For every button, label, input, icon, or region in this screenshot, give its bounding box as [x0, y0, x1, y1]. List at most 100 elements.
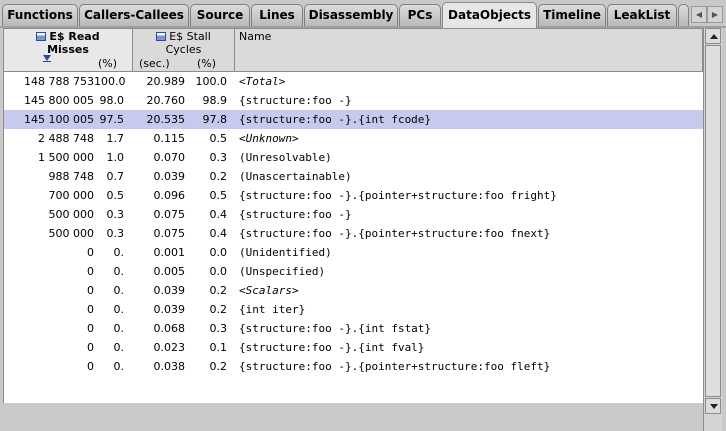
misses-pct-value: 0. [113, 322, 125, 335]
table-body: 148 788 753 100.0 20.989 100.0 <Total> 145 80… [3, 72, 703, 403]
stall-pct-value: 0.0 [209, 265, 228, 278]
misses-value: 500 000 [48, 208, 95, 221]
column-header-misses[interactable]: E$ Read Misses (%) [4, 29, 133, 71]
table-row[interactable]: 1 500 000 1.0 0.070 0.3 (Unresolvable) [4, 148, 703, 167]
stall-pct-value: 0.5 [209, 132, 228, 145]
misses-value: 988 748 [48, 170, 95, 183]
table-row[interactable]: 700 000 0.5 0.096 0.5 {structure:foo -}.{poi… [4, 186, 703, 205]
stall-pct-value: 0.2 [209, 170, 228, 183]
table-row[interactable]: 0 0. 0.038 0.2 {structure:foo -}.{pointer+st… [4, 357, 703, 376]
stall-pct-value: 0.0 [209, 246, 228, 259]
scroll-up-button[interactable] [705, 28, 721, 44]
scrollbar-thumb[interactable] [705, 45, 721, 397]
misses-pct-value: 0. [113, 341, 125, 354]
misses-pct-value: 97.5 [99, 113, 125, 126]
object-name: {int iter} [239, 303, 306, 316]
arrow-down-icon [710, 404, 718, 409]
table-row[interactable]: 500 000 0.3 0.075 0.4 {structure:foo -} [4, 205, 703, 224]
table-row[interactable]: 148 788 753 100.0 20.989 100.0 <Total> [4, 72, 703, 91]
misses-pct-value: 0. [113, 246, 125, 259]
tab-lines[interactable]: Lines [251, 4, 303, 26]
table-row[interactable]: 0 0. 0.023 0.1 {structure:foo -}.{int fval} [4, 338, 703, 357]
stall-sec-unit: (sec.) [139, 57, 170, 70]
data-objects-panel: E$ Read Misses (%) E$ Stall Cycles (sec.… [3, 28, 722, 431]
misses-value: 0 [87, 303, 94, 316]
object-name: <Scalars> [239, 284, 299, 297]
stall-value: 20.535 [146, 113, 186, 126]
object-name: {structure:foo -}.{pointer+structure:foo… [239, 360, 551, 373]
stall-value: 0.039 [153, 303, 186, 316]
stall-value: 0.039 [153, 284, 186, 297]
misses-value: 1 500 000 [38, 151, 94, 164]
misses-pct-value: 0.3 [106, 208, 125, 221]
table-row[interactable]: 988 748 0.7 0.039 0.2 (Unascertainable) [4, 167, 703, 186]
misses-pct-value: 1.0 [106, 151, 125, 164]
object-name: (Unascertainable) [239, 170, 352, 183]
misses-value: 2 488 748 [38, 132, 94, 145]
metric-icon [36, 32, 47, 41]
table-row[interactable]: 0 0. 0.068 0.3 {structure:foo -}.{int fstat} [4, 319, 703, 338]
table-row[interactable]: 145 100 005 97.5 20.535 97.8 {structure:foo … [4, 110, 703, 129]
misses-header-line2: Misses [47, 43, 89, 56]
tab-source[interactable]: Source [190, 4, 250, 26]
misses-pct-value: 0. [113, 284, 125, 297]
stall-value: 0.075 [153, 208, 186, 221]
stall-pct-value: 0.3 [209, 322, 228, 335]
misses-value: 0 [87, 265, 94, 278]
misses-value: 0 [87, 246, 94, 259]
table-row[interactable]: 0 0. 0.001 0.0 (Unidentified) [4, 243, 703, 262]
stall-value: 0.075 [153, 227, 186, 240]
object-name: {structure:foo -} [239, 94, 352, 107]
stall-pct-value: 0.4 [209, 227, 228, 240]
column-header-stall[interactable]: E$ Stall Cycles (sec.) (%) [133, 29, 235, 71]
table-row[interactable]: 2 488 748 1.7 0.115 0.5 <Unknown> [4, 129, 703, 148]
stall-header-line1: E$ Stall [169, 30, 211, 43]
stall-value: 0.038 [153, 360, 186, 373]
name-header-label: Name [239, 30, 272, 43]
arrow-up-icon [710, 34, 718, 39]
tab-bar: Functions Callers-Callees Source Lines D… [0, 0, 726, 28]
stall-pct-value: 98.9 [202, 94, 228, 107]
column-header-name[interactable]: Name [235, 29, 702, 71]
arrow-left-icon[interactable]: ◀ [691, 6, 707, 23]
stall-value: 20.760 [146, 94, 186, 107]
table-row[interactable]: 0 0. 0.039 0.2 {int iter} [4, 300, 703, 319]
stall-pct-value: 0.3 [209, 151, 228, 164]
misses-value: 0 [87, 360, 94, 373]
sort-descending-icon[interactable] [43, 55, 51, 62]
vertical-scrollbar[interactable] [703, 28, 722, 431]
tab-callers-callees[interactable]: Callers-Callees [79, 4, 189, 26]
tab-dataobjects[interactable]: DataObjects [442, 2, 537, 28]
stall-value: 0.023 [153, 341, 186, 354]
tab-disassembly[interactable]: Disassembly [304, 4, 398, 26]
stall-value: 0.001 [153, 246, 186, 259]
stall-value: 0.096 [153, 189, 186, 202]
stall-pct-value: 0.4 [209, 208, 228, 221]
object-name: (Unresolvable) [239, 151, 332, 164]
stall-value: 0.070 [153, 151, 186, 164]
table-row[interactable]: 500 000 0.3 0.075 0.4 {structure:foo -}.{poi… [4, 224, 703, 243]
scroll-down-button[interactable] [705, 398, 721, 414]
table-row[interactable]: 145 800 005 98.0 20.760 98.9 {structure:foo … [4, 91, 703, 110]
table-row[interactable]: 0 0. 0.039 0.2 <Scalars> [4, 281, 703, 300]
tab-overflow[interactable] [678, 4, 689, 26]
object-name: {structure:foo -}.{int fval} [239, 341, 425, 354]
object-name: {structure:foo -} [239, 208, 352, 221]
arrow-right-icon[interactable]: ▶ [707, 6, 723, 23]
misses-pct-value: 100.0 [94, 75, 126, 88]
tab-leaklist[interactable]: LeakList [607, 4, 677, 26]
stall-pct-value: 0.2 [209, 303, 228, 316]
object-name: {structure:foo -}.{pointer+structure:foo… [239, 227, 551, 240]
object-name: <Total> [239, 75, 286, 88]
tab-pcs[interactable]: PCs [399, 4, 441, 26]
object-name: (Unidentified) [239, 246, 332, 259]
object-name: {structure:foo -}.{int fstat} [239, 322, 432, 335]
table-row[interactable]: 0 0. 0.005 0.0 (Unspecified) [4, 262, 703, 281]
stall-pct-value: 97.8 [202, 113, 228, 126]
tab-functions[interactable]: Functions [2, 4, 78, 26]
tab-timeline[interactable]: Timeline [538, 4, 606, 26]
misses-value: 0 [87, 284, 94, 297]
misses-value: 0 [87, 341, 94, 354]
stall-pct-value: 0.2 [209, 360, 228, 373]
object-name: <Unknown> [239, 132, 299, 145]
